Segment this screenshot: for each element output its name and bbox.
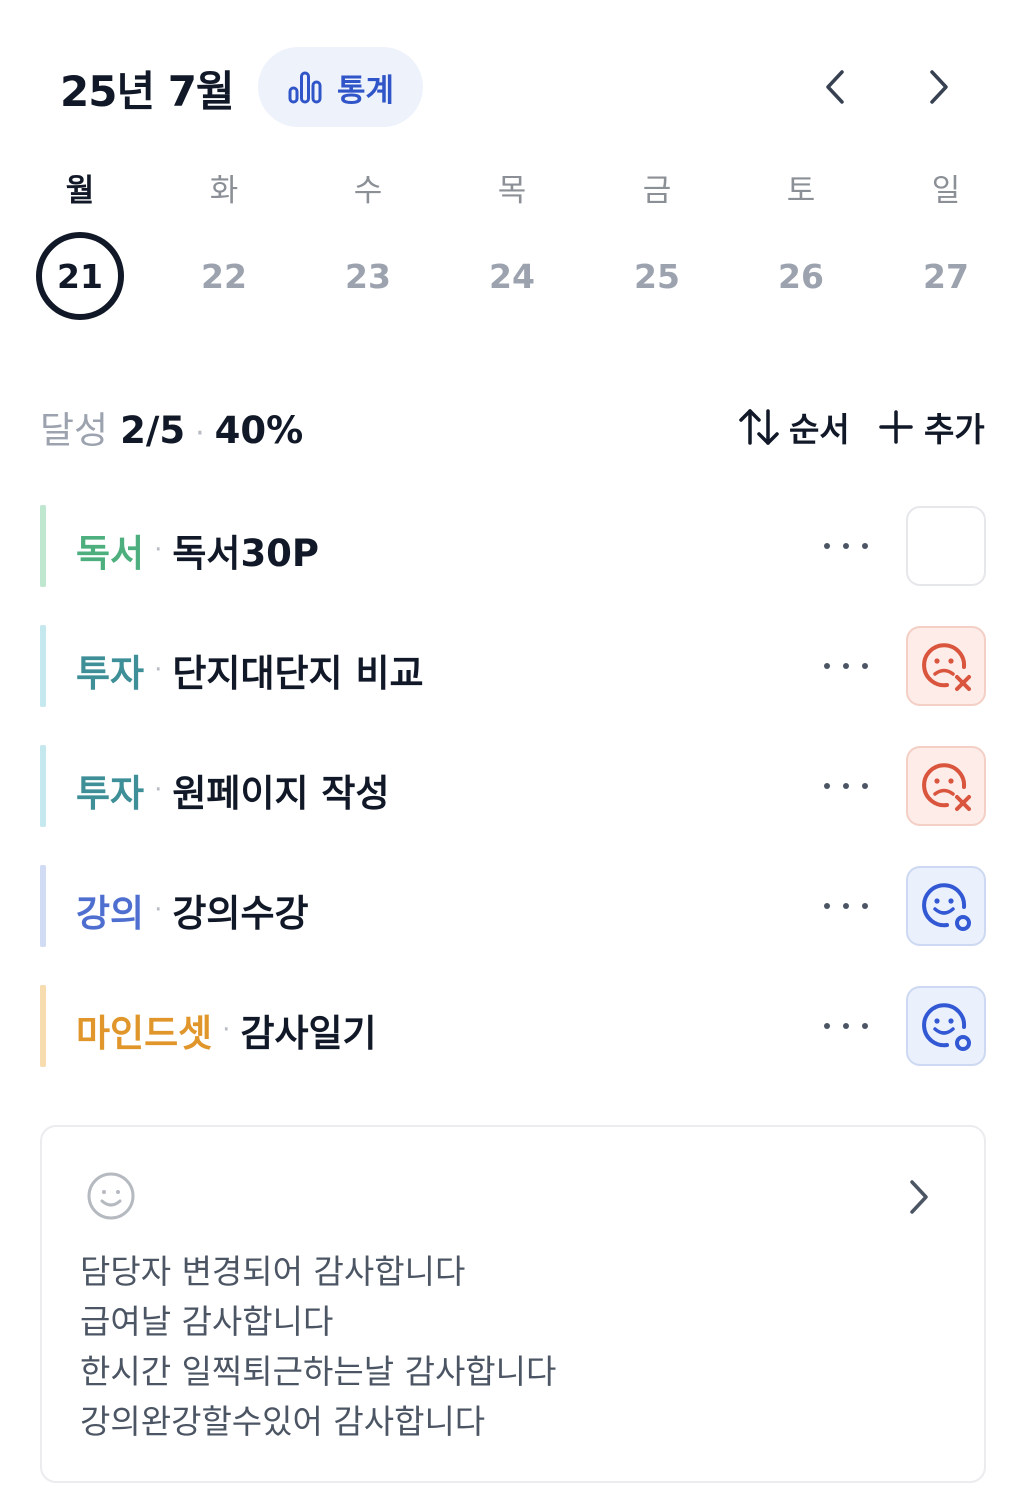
task-title: 독서30P bbox=[172, 532, 320, 575]
category-color-bar bbox=[40, 865, 46, 947]
task-item[interactable]: 투자 · 단지대단지 비교 bbox=[40, 625, 988, 707]
calendar-header: 25년 7월 통계 bbox=[0, 0, 1025, 175]
stats-label: 통계 bbox=[336, 72, 395, 109]
month-title: 25년 7월 bbox=[60, 67, 235, 116]
date-cell[interactable]: 27 bbox=[901, 232, 991, 320]
category-color-bar bbox=[40, 985, 46, 1067]
date-cell[interactable]: 22 bbox=[179, 232, 269, 320]
achievement-summary: 달성 2/5 · 40% bbox=[40, 400, 303, 454]
task-status-checkbox[interactable] bbox=[906, 506, 986, 586]
separator-dot: · bbox=[154, 535, 163, 565]
bar-chart-icon bbox=[288, 71, 322, 104]
chevron-right-icon bbox=[930, 70, 948, 104]
stats-button[interactable]: 통계 bbox=[258, 47, 423, 127]
date-cell[interactable]: 25 bbox=[612, 232, 702, 320]
prev-week-button[interactable] bbox=[812, 62, 860, 112]
task-item[interactable]: 강의 · 강의수강 bbox=[40, 865, 988, 947]
diary-lines: 담당자 변경되어 감사합니다 급여날 감사합니다 한시간 일찍퇴근하는날 감사합… bbox=[80, 1247, 556, 1447]
category-color-bar bbox=[40, 505, 46, 587]
chevron-right-icon bbox=[910, 1180, 928, 1214]
chevron-left-icon bbox=[826, 70, 844, 104]
smiley-icon bbox=[87, 1172, 135, 1220]
task-item[interactable]: 독서 · 독서30P bbox=[40, 505, 988, 587]
task-category: 강의 bbox=[76, 892, 145, 935]
task-text: 투자 · 원페이지 작성 bbox=[76, 763, 389, 817]
task-title: 감사일기 bbox=[240, 1012, 377, 1055]
separator-dot: · bbox=[222, 1015, 231, 1045]
weekday-label: 월 bbox=[65, 173, 95, 209]
task-title: 강의수강 bbox=[172, 892, 309, 935]
sad-face-fail-icon bbox=[922, 763, 971, 811]
add-button[interactable]: 추가 bbox=[878, 404, 985, 450]
sort-label: 순서 bbox=[789, 410, 850, 449]
achievement-percent: 40% bbox=[214, 409, 304, 452]
more-options-button[interactable] bbox=[824, 525, 868, 567]
separator-dot: · bbox=[195, 416, 205, 451]
date-cell[interactable]: 23 bbox=[323, 232, 413, 320]
gratitude-diary-card[interactable]: 담당자 변경되어 감사합니다 급여날 감사합니다 한시간 일찍퇴근하는날 감사합… bbox=[40, 1125, 986, 1483]
achievement-count: 2/5 bbox=[120, 409, 186, 452]
task-title: 원페이지 작성 bbox=[172, 772, 390, 815]
sort-button[interactable]: 순서 bbox=[737, 404, 850, 450]
diary-line: 급여날 감사합니다 bbox=[80, 1302, 334, 1341]
task-text: 독서 · 독서30P bbox=[76, 523, 319, 577]
task-text: 강의 · 강의수강 bbox=[76, 883, 309, 937]
add-label: 추가 bbox=[924, 410, 985, 449]
task-status-checkbox[interactable] bbox=[906, 986, 986, 1066]
happy-face-done-icon bbox=[922, 1003, 971, 1051]
task-category: 마인드셋 bbox=[76, 1012, 213, 1055]
date-selected[interactable]: 21 bbox=[36, 232, 124, 320]
task-title: 단지대단지 비교 bbox=[172, 652, 424, 695]
category-color-bar bbox=[40, 745, 46, 827]
date-cell[interactable]: 26 bbox=[756, 232, 846, 320]
task-text: 투자 · 단지대단지 비교 bbox=[76, 643, 424, 697]
weekday-label: 수 bbox=[353, 173, 383, 209]
task-category: 투자 bbox=[76, 652, 145, 695]
sort-arrows-icon bbox=[739, 409, 779, 445]
more-options-button[interactable] bbox=[824, 645, 868, 687]
achievement-label: 달성 bbox=[40, 409, 109, 452]
task-item[interactable]: 마인드셋 · 감사일기 bbox=[40, 985, 988, 1067]
task-category: 투자 bbox=[76, 772, 145, 815]
sad-face-fail-icon bbox=[922, 643, 971, 691]
weekday-label: 목 bbox=[497, 173, 527, 209]
weekday-label: 금 bbox=[642, 173, 672, 209]
diary-line: 강의완강할수있어 감사합니다 bbox=[80, 1402, 486, 1441]
more-options-button[interactable] bbox=[824, 885, 868, 927]
weekday-label: 토 bbox=[786, 173, 816, 209]
diary-line: 한시간 일찍퇴근하는날 감사합니다 bbox=[80, 1352, 557, 1391]
more-options-button[interactable] bbox=[824, 1005, 868, 1047]
task-status-checkbox[interactable] bbox=[906, 746, 986, 826]
weekday-label: 일 bbox=[931, 173, 961, 209]
plus-icon bbox=[879, 410, 913, 444]
task-category: 독서 bbox=[76, 532, 145, 575]
category-color-bar bbox=[40, 625, 46, 707]
task-text: 마인드셋 · 감사일기 bbox=[76, 1003, 377, 1057]
separator-dot: · bbox=[154, 775, 163, 805]
weekday-label: 화 bbox=[209, 173, 239, 209]
diary-line: 담당자 변경되어 감사합니다 bbox=[80, 1252, 466, 1291]
task-status-checkbox[interactable] bbox=[906, 626, 986, 706]
happy-face-done-icon bbox=[922, 883, 971, 931]
task-item[interactable]: 투자 · 원페이지 작성 bbox=[40, 745, 988, 827]
separator-dot: · bbox=[154, 895, 163, 925]
date-cell[interactable]: 24 bbox=[467, 232, 557, 320]
next-week-button[interactable] bbox=[914, 62, 962, 112]
separator-dot: · bbox=[154, 655, 163, 685]
more-options-button[interactable] bbox=[824, 765, 868, 807]
task-status-checkbox[interactable] bbox=[906, 866, 986, 946]
